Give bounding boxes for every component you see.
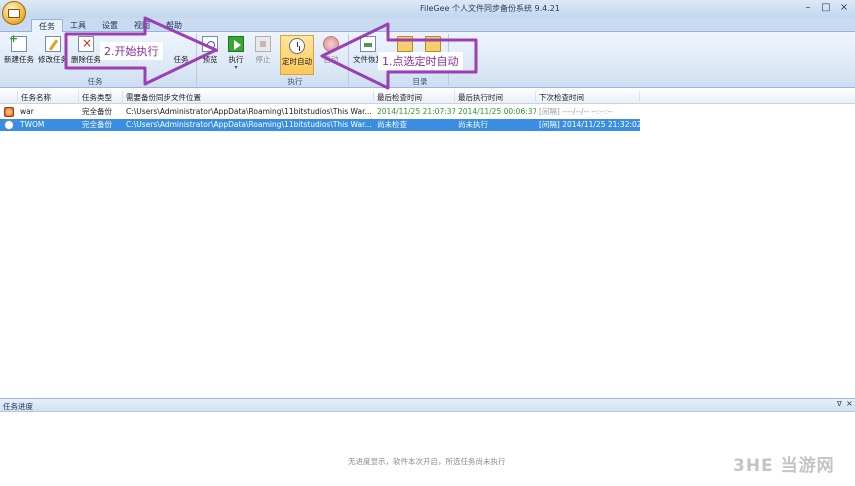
column-header[interactable]: 最后检查时间 [374, 91, 455, 104]
column-header[interactable]: 需要备份同步文件位置 [123, 91, 374, 104]
new-task-button[interactable]: 新建任务 [3, 32, 35, 74]
preview-icon [202, 36, 218, 52]
progress-panel-header: 任务进度 ᐁ × [0, 399, 855, 412]
close-button[interactable]: × [836, 2, 852, 14]
clock-icon [289, 38, 305, 54]
minimize-button[interactable]: – [800, 2, 816, 14]
progress-panel-title: 任务进度 [3, 402, 33, 411]
progress-message: 无进度显示，软件本次开启，所选任务尚未执行 [348, 457, 506, 466]
ribbon-tabs: 任务 工具 设置 视图 帮助 [0, 18, 855, 32]
folder-icon [425, 36, 441, 52]
tab-settings[interactable]: 设置 [95, 19, 125, 32]
annotation-step-2: 2.开始执行 [100, 42, 163, 60]
column-header[interactable]: 下次检查时间 [536, 91, 640, 104]
stop-icon [255, 36, 271, 52]
delete-task-button[interactable]: 删除任务 [70, 34, 102, 74]
tab-task[interactable]: 任务 [31, 19, 63, 32]
stop-button[interactable]: 停止 [252, 34, 274, 74]
close-icon[interactable]: × [846, 399, 853, 408]
folder-icon [397, 36, 413, 52]
column-header[interactable]: 最后执行时间 [455, 91, 536, 104]
tab-help[interactable]: 帮助 [159, 19, 189, 32]
watermark: 3HE 当游网 [733, 456, 835, 476]
tab-view[interactable]: 视图 [127, 19, 157, 32]
dir-group-label: 目录 [412, 77, 428, 86]
edit-task-button[interactable]: 修改任务 [37, 34, 69, 74]
auto-icon [323, 36, 339, 52]
filegee-orb-icon[interactable] [2, 1, 26, 25]
timer-auto-button[interactable]: 定时自动 [280, 35, 314, 75]
delete-task-icon [78, 36, 94, 52]
task-sync-icon [4, 120, 14, 130]
table-row[interactable]: war 完全备份 C:\Users\Administrator\AppData\… [0, 106, 640, 118]
title-bar: FileGee 个人文件同步备份系统 9.4.21 – □ × [0, 0, 855, 25]
tab-tools[interactable]: 工具 [63, 19, 93, 32]
task-group-label: 任务 [87, 77, 103, 86]
table-header: 任务名称 任务类型 需要备份同步文件位置 最后检查时间 最后执行时间 下次检查时… [0, 91, 855, 104]
task-other-button[interactable]: 任务 [170, 34, 192, 74]
column-header[interactable]: 任务类型 [79, 91, 123, 104]
play-icon [228, 36, 244, 52]
window-title: FileGee 个人文件同步备份系统 9.4.21 [420, 4, 560, 13]
progress-panel: 任务进度 ᐁ × 无进度显示，软件本次开启，所选任务尚未执行 3HE 当游网 [0, 398, 855, 486]
edit-task-icon [45, 36, 61, 52]
new-task-icon [9, 32, 27, 52]
pin-icon[interactable]: ᐁ [837, 400, 842, 408]
preview-button[interactable]: 预览 [199, 34, 221, 74]
exec-group-label: 执行 [287, 77, 303, 86]
maximize-button[interactable]: □ [818, 2, 834, 14]
chevron-down-icon: ▾ [234, 64, 238, 71]
auto-button[interactable]: 自动 [316, 34, 346, 74]
task-fire-icon [4, 107, 14, 117]
table-row[interactable]: TWOM 完全备份 C:\Users\Administrator\AppData… [0, 119, 640, 131]
annotation-step-1: 1.点选定时自动 [378, 52, 463, 70]
run-button[interactable]: 执行 ▾ [225, 34, 247, 74]
file-restore-icon [360, 36, 376, 52]
column-header[interactable]: 任务名称 [18, 91, 79, 104]
